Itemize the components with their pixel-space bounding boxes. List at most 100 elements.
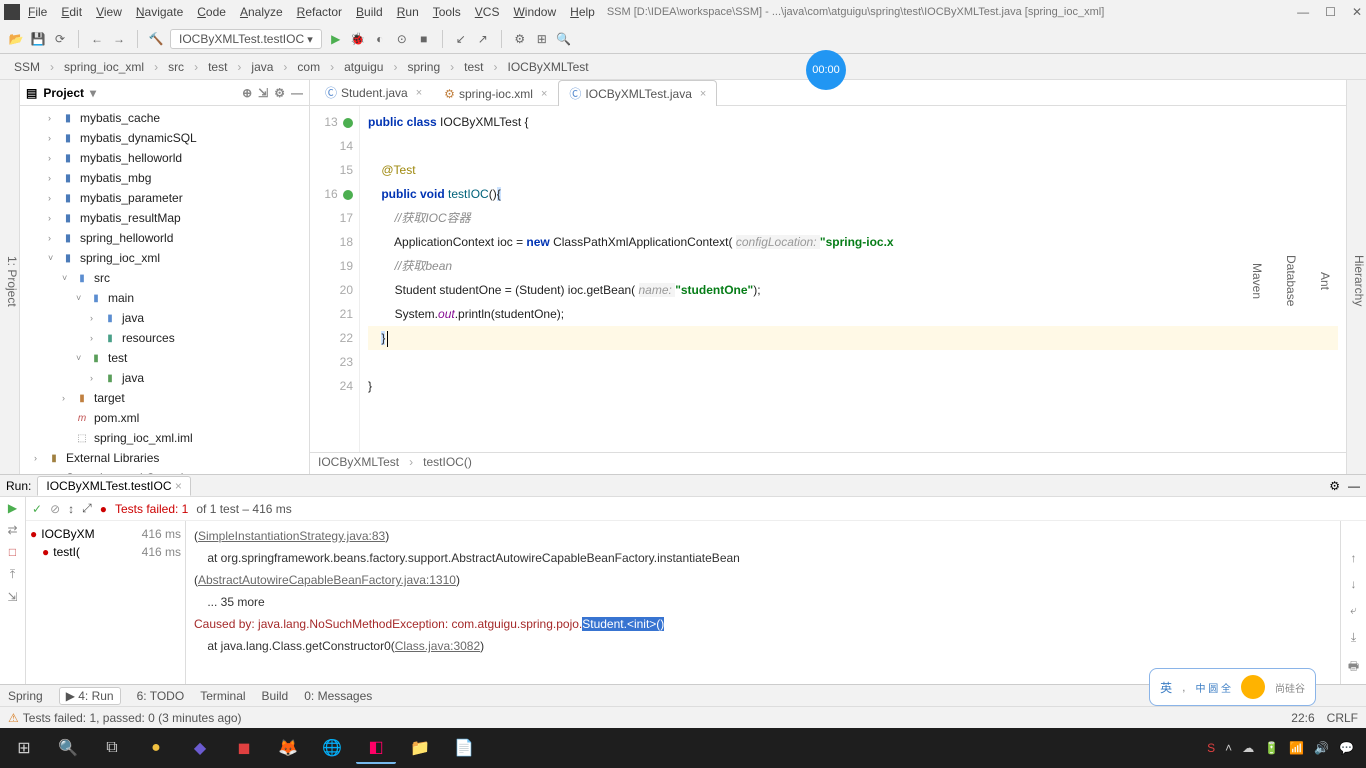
tree-node[interactable]: ›▮resources [20, 328, 309, 348]
breadcrumb-item[interactable]: com [291, 59, 326, 75]
test-row[interactable]: ●testI(416 ms [30, 543, 181, 561]
tree-node[interactable]: ›▮mybatis_mbg [20, 168, 309, 188]
volume-icon[interactable]: 🔊 [1314, 741, 1329, 755]
structure-icon[interactable]: ⊞ [534, 31, 550, 47]
breadcrumb-item[interactable]: spring [401, 59, 446, 75]
rerun-icon[interactable]: ▶ [8, 501, 17, 515]
vcs-update-icon[interactable]: ↙ [453, 31, 469, 47]
wrap-icon[interactable]: ⤶ [1350, 603, 1357, 618]
bottom-tab[interactable]: 0: Messages [304, 689, 372, 703]
app-icon[interactable]: ◼ [224, 732, 264, 764]
menu-help[interactable]: Help [570, 5, 595, 19]
tray-icon[interactable]: S [1207, 741, 1215, 755]
code-content[interactable]: public class IOCByXMLTest { @Test public… [360, 106, 1346, 452]
menu-vcs[interactable]: VCS [475, 5, 500, 19]
menu-run[interactable]: Run [397, 5, 419, 19]
breadcrumb-item[interactable]: test [202, 59, 233, 75]
close-icon[interactable]: ✕ [1352, 5, 1362, 19]
code-editor[interactable]: 13 141516 1718192021222324 public class … [310, 106, 1346, 452]
gear-icon[interactable]: ⚙ [274, 86, 285, 100]
tray-up-icon[interactable]: ˄ [1225, 741, 1232, 755]
breadcrumb-item[interactable]: atguigu [338, 59, 389, 75]
project-tree[interactable]: ›▮mybatis_cache›▮mybatis_dynamicSQL›▮myb… [20, 106, 309, 474]
breadcrumb-item[interactable]: spring_ioc_xml [58, 59, 150, 75]
tree-node[interactable]: ›▮mybatis_helloworld [20, 148, 309, 168]
breadcrumb-item[interactable]: src [162, 59, 190, 75]
project-title[interactable]: Project [43, 86, 84, 100]
breadcrumb-item[interactable]: IOCByXMLTest [502, 59, 595, 75]
editor-tab[interactable]: ⚙spring-ioc.xml× [433, 82, 558, 105]
run-tab[interactable]: IOCByXMLTest.testIOC × [37, 476, 191, 496]
menu-build[interactable]: Build [356, 5, 383, 19]
system-tray[interactable]: S ˄ ☁ 🔋 📶 🔊 💬 [1207, 741, 1362, 755]
code-breadcrumb-item[interactable]: testIOC() [423, 455, 472, 472]
hide-icon[interactable]: — [1348, 479, 1360, 493]
menu-window[interactable]: Window [513, 5, 556, 19]
run-icon[interactable]: ▶ [328, 31, 344, 47]
open-icon[interactable]: 📂 [8, 31, 24, 47]
line-separator[interactable]: CRLF [1327, 711, 1358, 725]
firefox-icon[interactable]: 🦊 [268, 732, 308, 764]
breadcrumb-item[interactable]: java [245, 59, 279, 75]
menu-tools[interactable]: Tools [433, 5, 461, 19]
expand-icon[interactable]: ⤢ [82, 501, 92, 516]
tree-node[interactable]: ˅▮spring_ioc_xml [20, 248, 309, 268]
close-icon[interactable]: × [700, 88, 706, 100]
check-icon[interactable]: ✓ [32, 502, 42, 516]
forward-icon[interactable]: → [111, 31, 127, 47]
wifi-icon[interactable]: 📶 [1289, 741, 1304, 755]
menu-navigate[interactable]: Navigate [136, 5, 183, 19]
scroll-icon[interactable]: ⤓ [1351, 630, 1356, 645]
tree-node[interactable]: ˅▮src [20, 268, 309, 288]
close-icon[interactable]: × [175, 479, 182, 493]
editor-tab[interactable]: ⒸStudent.java× [314, 79, 433, 105]
breadcrumb-item[interactable]: test [458, 59, 489, 75]
test-tree[interactable]: ●IOCByXM416 ms●testI(416 ms [26, 521, 186, 684]
code-breadcrumb-item[interactable]: IOCByXMLTest [318, 455, 399, 472]
battery-icon[interactable]: 🔋 [1264, 741, 1279, 755]
tool-tab[interactable]: 1: Project [5, 88, 19, 474]
menu-analyze[interactable]: Analyze [240, 5, 283, 19]
chrome-icon[interactable]: 🌐 [312, 732, 352, 764]
tree-node[interactable]: ›▮java [20, 308, 309, 328]
bottom-tab[interactable]: 6: TODO [137, 689, 185, 703]
app-icon[interactable]: ◆ [180, 732, 220, 764]
locate-icon[interactable]: ⊕ [242, 86, 252, 100]
tool-tab[interactable]: Ant [1318, 88, 1332, 474]
menu-view[interactable]: View [96, 5, 122, 19]
tree-node[interactable]: ›▮spring_helloworld [20, 228, 309, 248]
bottom-tab[interactable]: Build [262, 689, 289, 703]
ime-indicator[interactable]: 英 , 中 圆 全 尚硅谷 [1149, 668, 1316, 706]
caret-position[interactable]: 22:6 [1291, 711, 1314, 725]
breadcrumb-item[interactable]: SSM [8, 59, 46, 75]
search-icon[interactable]: 🔍 [556, 31, 572, 47]
collapse-icon[interactable]: ⇲ [258, 86, 268, 100]
sort-icon[interactable]: ↕ [68, 502, 74, 516]
tree-node[interactable]: ˅▮test [20, 348, 309, 368]
vcs-commit-icon[interactable]: ↗ [475, 31, 491, 47]
intellij-icon[interactable]: ◧ [356, 732, 396, 764]
notepad-icon[interactable]: 📄 [444, 732, 484, 764]
profile-icon[interactable]: ⊙ [394, 31, 410, 47]
tool-tab[interactable]: Hierarchy [1352, 88, 1366, 474]
start-icon[interactable]: ⊞ [4, 732, 44, 764]
tree-node[interactable]: mpom.xml [20, 408, 309, 428]
task-view-icon[interactable]: ⧉ [92, 732, 132, 764]
tool-tab[interactable]: Maven [1250, 88, 1264, 474]
test-row[interactable]: ●IOCByXM416 ms [30, 525, 181, 543]
menu-edit[interactable]: Edit [61, 5, 82, 19]
notifications-icon[interactable]: 💬 [1339, 741, 1354, 755]
tree-node[interactable]: ›▮java [20, 368, 309, 388]
menu-refactor[interactable]: Refactor [297, 5, 342, 19]
coverage-icon[interactable]: ◐ [372, 31, 388, 47]
tree-node[interactable]: ⬚spring_ioc_xml.iml [20, 428, 309, 448]
search-icon[interactable]: 🔍 [48, 732, 88, 764]
app-icon[interactable]: ● [136, 732, 176, 764]
back-icon[interactable]: ← [89, 31, 105, 47]
tree-node[interactable]: ›▮External Libraries [20, 448, 309, 468]
export-icon[interactable]: ⇲ [7, 590, 17, 604]
fail-filter-icon[interactable]: ⊘ [50, 502, 60, 516]
debug-icon[interactable]: 🐞 [350, 31, 366, 47]
tree-node[interactable]: ›▮mybatis_parameter [20, 188, 309, 208]
gear-icon[interactable]: ⚙ [1329, 479, 1340, 493]
